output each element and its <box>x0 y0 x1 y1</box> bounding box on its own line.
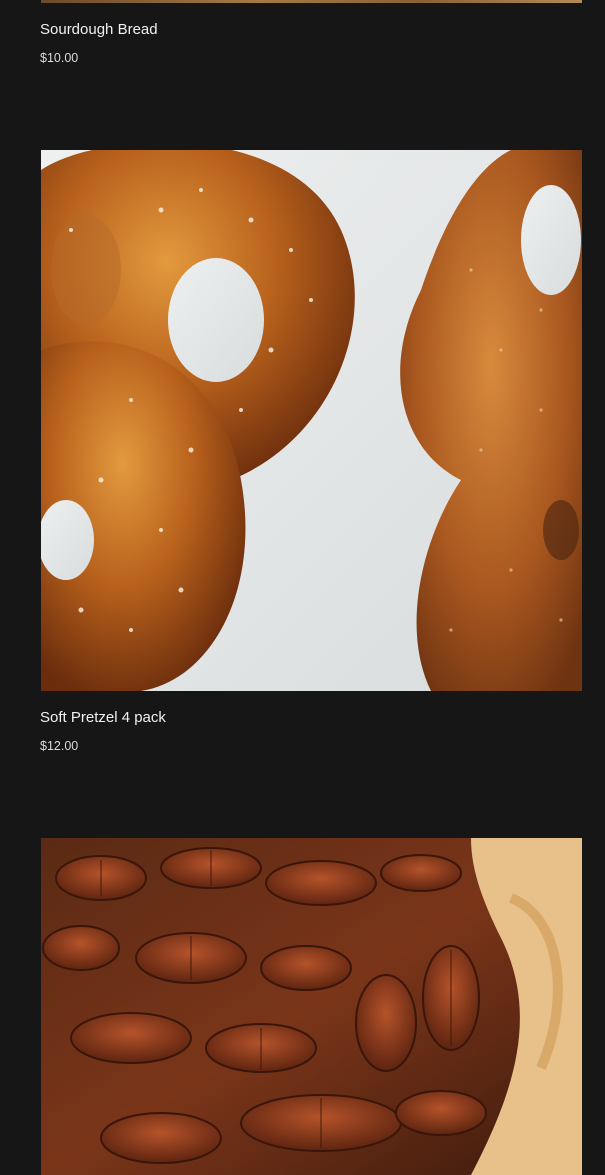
product-image-sourdough[interactable] <box>41 0 582 3</box>
product-price: $12.00 <box>40 739 79 753</box>
product-image-pecan-pie[interactable] <box>41 838 582 1175</box>
product-title[interactable]: Soft Pretzel 4 pack <box>40 709 166 727</box>
product-image-pretzel[interactable] <box>41 150 582 691</box>
product-price: $10.00 <box>40 51 79 65</box>
product-title[interactable]: Sourdough Bread <box>40 21 158 39</box>
